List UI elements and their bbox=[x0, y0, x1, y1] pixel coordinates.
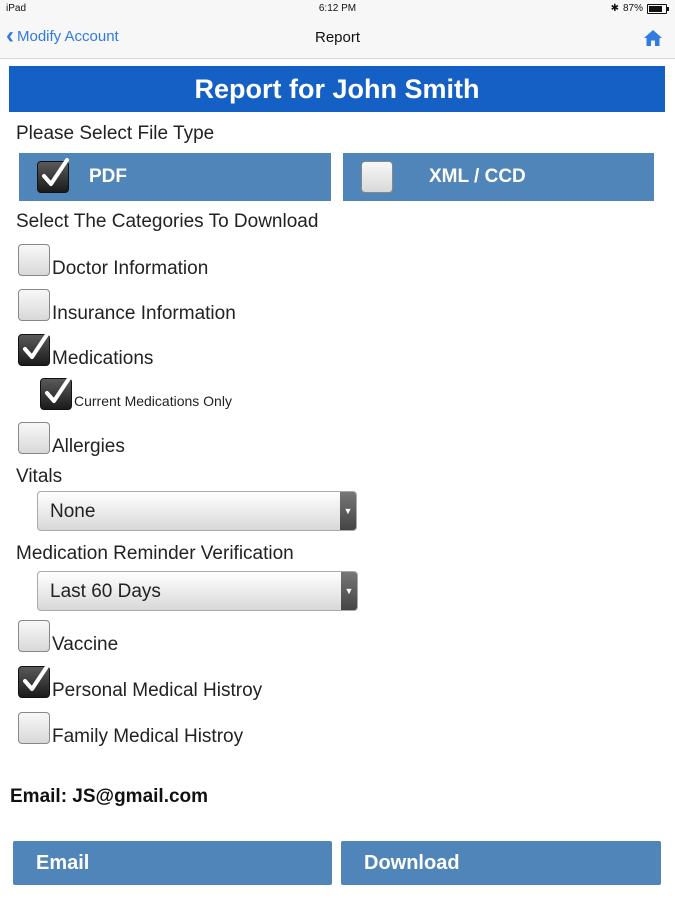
personal-history-checkbox[interactable] bbox=[18, 663, 50, 698]
family-history-row[interactable]: Family Medical Histroy bbox=[18, 712, 244, 747]
doctor-info-label: Doctor Information bbox=[52, 258, 209, 279]
dropdown-arrow-icon: ▼ bbox=[341, 572, 357, 610]
email-button[interactable]: Email bbox=[13, 841, 332, 885]
vaccine-row[interactable]: Vaccine bbox=[18, 620, 119, 655]
categories-label: Select The Categories To Download bbox=[16, 211, 319, 232]
allergies-checkbox[interactable] bbox=[18, 422, 50, 454]
allergies-row[interactable]: Allergies bbox=[18, 422, 125, 457]
doctor-info-row[interactable]: Doctor Information bbox=[18, 244, 209, 279]
vaccine-label: Vaccine bbox=[52, 634, 119, 655]
reminder-value: Last 60 Days bbox=[50, 581, 161, 602]
family-history-label: Family Medical Histroy bbox=[52, 726, 244, 747]
current-medications-row[interactable]: Current Medications Only bbox=[40, 375, 232, 410]
battery-icon bbox=[647, 3, 669, 14]
dropdown-arrow-icon: ▼ bbox=[340, 492, 356, 530]
pdf-checkbox[interactable] bbox=[37, 158, 69, 193]
doctor-info-checkbox[interactable] bbox=[18, 244, 50, 276]
file-type-xml-option[interactable]: XML / CCD bbox=[343, 153, 654, 201]
home-icon[interactable] bbox=[643, 28, 663, 48]
allergies-label: Allergies bbox=[52, 436, 125, 457]
reminder-select[interactable]: Last 60 Days ▼ bbox=[37, 571, 358, 611]
current-medications-checkbox[interactable] bbox=[40, 375, 72, 410]
xml-label: XML / CCD bbox=[429, 166, 526, 187]
status-right: ✱ 87% bbox=[610, 3, 669, 14]
reminder-label: Medication Reminder Verification bbox=[16, 543, 294, 564]
insurance-info-row[interactable]: Insurance Information bbox=[18, 289, 236, 324]
insurance-info-label: Insurance Information bbox=[52, 303, 236, 324]
xml-checkbox[interactable] bbox=[361, 161, 393, 193]
clock: 6:12 PM bbox=[318, 3, 357, 14]
personal-history-label: Personal Medical Histroy bbox=[52, 680, 263, 701]
bluetooth-icon: ✱ bbox=[610, 3, 619, 14]
medications-checkbox[interactable] bbox=[18, 331, 50, 366]
vitals-value: None bbox=[50, 501, 96, 522]
navigation-bar: ‹ Modify Account Report bbox=[0, 18, 675, 59]
email-address: Email: JS@gmail.com bbox=[10, 786, 209, 807]
vitals-select[interactable]: None ▼ bbox=[37, 491, 357, 531]
battery-percent: 87% bbox=[622, 3, 643, 14]
nav-title: Report bbox=[314, 29, 361, 46]
vaccine-checkbox[interactable] bbox=[18, 620, 50, 652]
status-bar: iPad 6:12 PM ✱ 87% bbox=[0, 0, 675, 18]
download-button[interactable]: Download bbox=[341, 841, 661, 885]
current-medications-label: Current Medications Only bbox=[74, 393, 232, 409]
page-title: Report for John Smith bbox=[9, 66, 665, 112]
medications-row[interactable]: Medications bbox=[18, 331, 154, 369]
insurance-info-checkbox[interactable] bbox=[18, 289, 50, 321]
personal-history-row[interactable]: Personal Medical Histroy bbox=[18, 663, 263, 701]
family-history-checkbox[interactable] bbox=[18, 712, 50, 744]
vitals-label: Vitals bbox=[16, 466, 63, 487]
file-type-label: Please Select File Type bbox=[16, 123, 215, 144]
pdf-label: PDF bbox=[89, 166, 127, 187]
medications-label: Medications bbox=[52, 348, 154, 369]
file-type-pdf-option[interactable]: PDF bbox=[19, 153, 331, 201]
